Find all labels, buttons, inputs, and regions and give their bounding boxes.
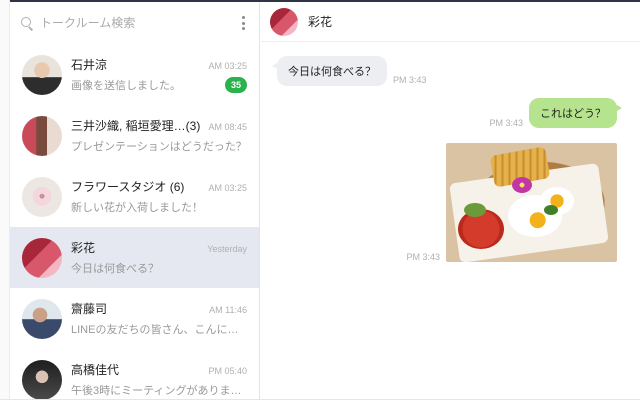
chat-item-mitsui-group[interactable]: 三井沙織, 稲垣愛理…(3) AM 08:45 プレゼンテーションはどうだった？ (10, 105, 259, 166)
message-outgoing-image: PM 3:43 (400, 143, 617, 262)
message-bubble[interactable]: 今日は何食べる？ (272, 56, 387, 86)
chat-preview: LINEの友だちの皆さん、こんにちは！ (71, 324, 247, 336)
message-time: PM 3:43 (393, 75, 427, 85)
chat-name: 三井沙織, 稲垣愛理…(3) (71, 119, 201, 133)
chat-list-sidebar: 石井涼 AM 03:25 画像を送信しました。 35 三井沙織, 稲垣愛理…(3… (10, 2, 260, 400)
chat-preview: 画像を送信しました。 (71, 80, 181, 92)
chat-header: 彩花 (261, 2, 640, 42)
avatar (22, 54, 62, 95)
chat-item-ishii[interactable]: 石井涼 AM 03:25 画像を送信しました。 35 (10, 44, 259, 105)
message-outgoing: PM 3:43 これはどう？ (483, 98, 622, 128)
chat-name: 石井涼 (71, 58, 108, 72)
window-left-frame (0, 0, 10, 400)
message-time: PM 3:43 (489, 118, 523, 128)
message-time: PM 3:43 (406, 252, 440, 262)
chat-preview: 今日は何食べる？ (71, 263, 159, 275)
chat-preview: 午後3時にミーティングがあります。 (71, 385, 247, 397)
food-photo[interactable] (446, 143, 617, 262)
unread-badge: 35 (225, 77, 247, 93)
more-options-icon[interactable] (237, 15, 249, 31)
chat-time: Yesterday (207, 244, 247, 254)
avatar (22, 359, 62, 400)
chat-time: AM 11:46 (209, 305, 247, 315)
avatar (22, 298, 62, 339)
avatar (22, 237, 62, 278)
search-input[interactable] (40, 16, 237, 30)
avatar (22, 115, 62, 156)
chat-item-flower-studio[interactable]: フラワースタジオ (6) AM 03:25 新しい花が入荷しました！ (10, 166, 259, 227)
chat-name: 齋藤司 (71, 302, 108, 316)
chat-time: AM 08:45 (208, 122, 247, 132)
search-bar (10, 2, 259, 44)
chat-preview: 新しい花が入荷しました！ (71, 202, 203, 214)
search-icon (20, 16, 34, 30)
chat-name: フラワースタジオ (6) (71, 180, 185, 194)
avatar (22, 176, 62, 217)
chat-name: 高橋佳代 (71, 363, 120, 377)
chat-item-takahashi[interactable]: 高橋佳代 PM 05:40 午後3時にミーティングがあります。 (10, 349, 259, 400)
chat-item-saito[interactable]: 齋藤司 AM 11:46 LINEの友だちの皆さん、こんにちは！ (10, 288, 259, 349)
message-bubble[interactable]: これはどう？ (529, 98, 622, 128)
chat-name: 彩花 (71, 241, 96, 255)
chat-time: PM 05:40 (208, 366, 247, 376)
chat-preview: プレゼンテーションはどうだった？ (71, 141, 247, 153)
chat-time: AM 03:25 (208, 183, 247, 193)
chat-window: 彩花 今日は何食べる？ PM 3:43 PM 3:43 これはどう？ PM 3:… (261, 2, 640, 400)
chat-item-ayaka[interactable]: 彩花 Yesterday 今日は何食べる？ (10, 227, 259, 288)
contact-name: 彩花 (308, 15, 333, 29)
message-incoming: 今日は何食べる？ PM 3:43 (272, 56, 433, 86)
chat-time: AM 03:25 (208, 61, 247, 71)
contact-avatar[interactable] (270, 7, 298, 36)
